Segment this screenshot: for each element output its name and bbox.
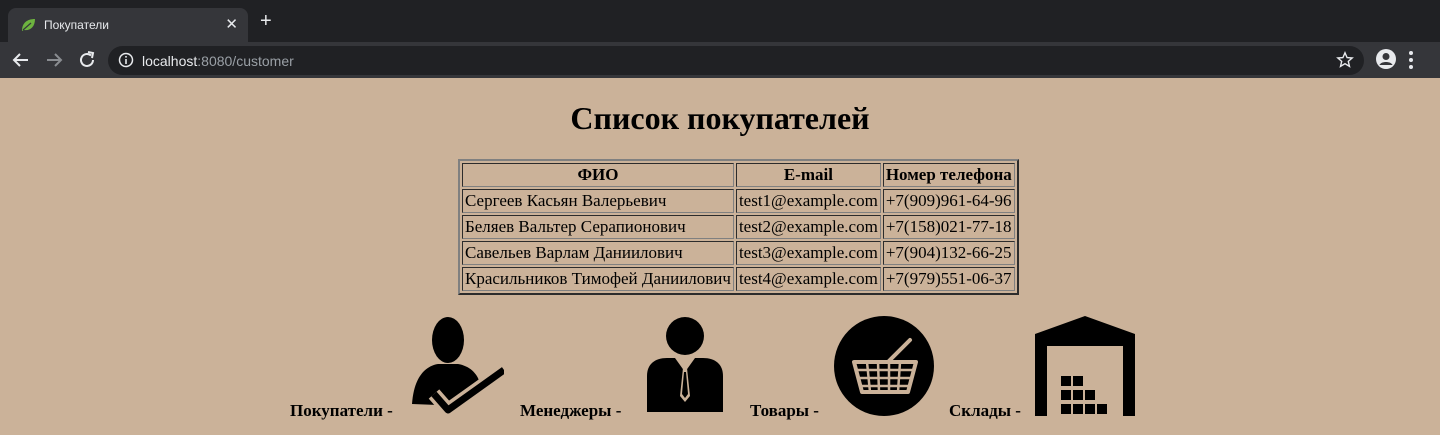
customer-check-icon[interactable] xyxy=(404,316,509,417)
cell-phone: +7(158)021-77-18 xyxy=(882,215,1015,239)
page-title: Список покупателей xyxy=(570,100,870,136)
forward-arrow-icon[interactable] xyxy=(43,49,65,71)
back-arrow-icon[interactable] xyxy=(10,49,32,71)
section-nav: Покупатели - Менеджеры - Товары - Склады… xyxy=(0,316,1440,421)
close-icon[interactable]: ✕ xyxy=(225,15,238,33)
browser-tab[interactable]: Покупатели ✕ xyxy=(8,8,248,42)
cell-email: test4@example.com xyxy=(735,267,881,291)
reload-icon[interactable] xyxy=(76,49,98,71)
table-row: Сергеев Касьян Валерьевич test1@example.… xyxy=(462,189,1015,213)
nav-label-products: Товары - xyxy=(750,401,819,420)
warehouse-icon[interactable] xyxy=(1035,316,1135,416)
page-content: Список покупателей ФИО E-mail Номер теле… xyxy=(0,78,1440,435)
cell-email: test2@example.com xyxy=(735,215,881,239)
info-icon[interactable] xyxy=(118,52,134,73)
browser-tab-bar: Покупатели ✕ + xyxy=(0,0,1440,42)
cell-email: test3@example.com xyxy=(735,241,881,265)
nav-label-customers: Покупатели - xyxy=(290,401,393,420)
more-vertical-icon[interactable] xyxy=(1408,49,1414,76)
browser-toolbar: localhost:8080/customer xyxy=(0,42,1440,78)
address-bar[interactable]: localhost:8080/customer xyxy=(108,46,1364,75)
cell-fio: Сергеев Касьян Валерьевич xyxy=(462,189,734,213)
url-path: :8080/customer xyxy=(197,53,294,69)
header-fio: ФИО xyxy=(462,163,734,187)
cell-fio: Савельев Варлам Даниилович xyxy=(462,241,734,265)
leaf-icon xyxy=(20,17,36,36)
basket-icon[interactable] xyxy=(834,316,934,416)
table-row: Беляев Вальтер Серапионович test2@exampl… xyxy=(462,215,1015,239)
nav-label-warehouses: Склады - xyxy=(949,401,1021,420)
cell-phone: +7(904)132-66-25 xyxy=(882,241,1015,265)
cell-phone: +7(979)551-06-37 xyxy=(882,267,1015,291)
url-text: localhost:8080/customer xyxy=(142,53,294,69)
url-host: localhost xyxy=(142,53,198,69)
header-email: E-mail xyxy=(735,163,881,187)
table-row: Красильников Тимофей Даниилович test4@ex… xyxy=(462,267,1015,291)
customers-table: ФИО E-mail Номер телефона Сергеев Касьян… xyxy=(458,159,1019,295)
header-phone: Номер телефона xyxy=(882,163,1015,187)
cell-phone: +7(909)961-64-96 xyxy=(882,189,1015,213)
cell-email: test1@example.com xyxy=(735,189,881,213)
manager-icon[interactable] xyxy=(635,316,735,416)
tab-title: Покупатели xyxy=(44,18,109,32)
nav-label-managers: Менеджеры - xyxy=(520,401,622,420)
profile-avatar-icon[interactable] xyxy=(1375,48,1397,75)
bookmark-star-icon[interactable] xyxy=(1336,51,1354,74)
table-header-row: ФИО E-mail Номер телефона xyxy=(462,163,1015,187)
table-row: Савельев Варлам Даниилович test3@example… xyxy=(462,241,1015,265)
cell-fio: Беляев Вальтер Серапионович xyxy=(462,215,734,239)
new-tab-icon[interactable]: + xyxy=(260,10,272,33)
cell-fio: Красильников Тимофей Даниилович xyxy=(462,267,734,291)
